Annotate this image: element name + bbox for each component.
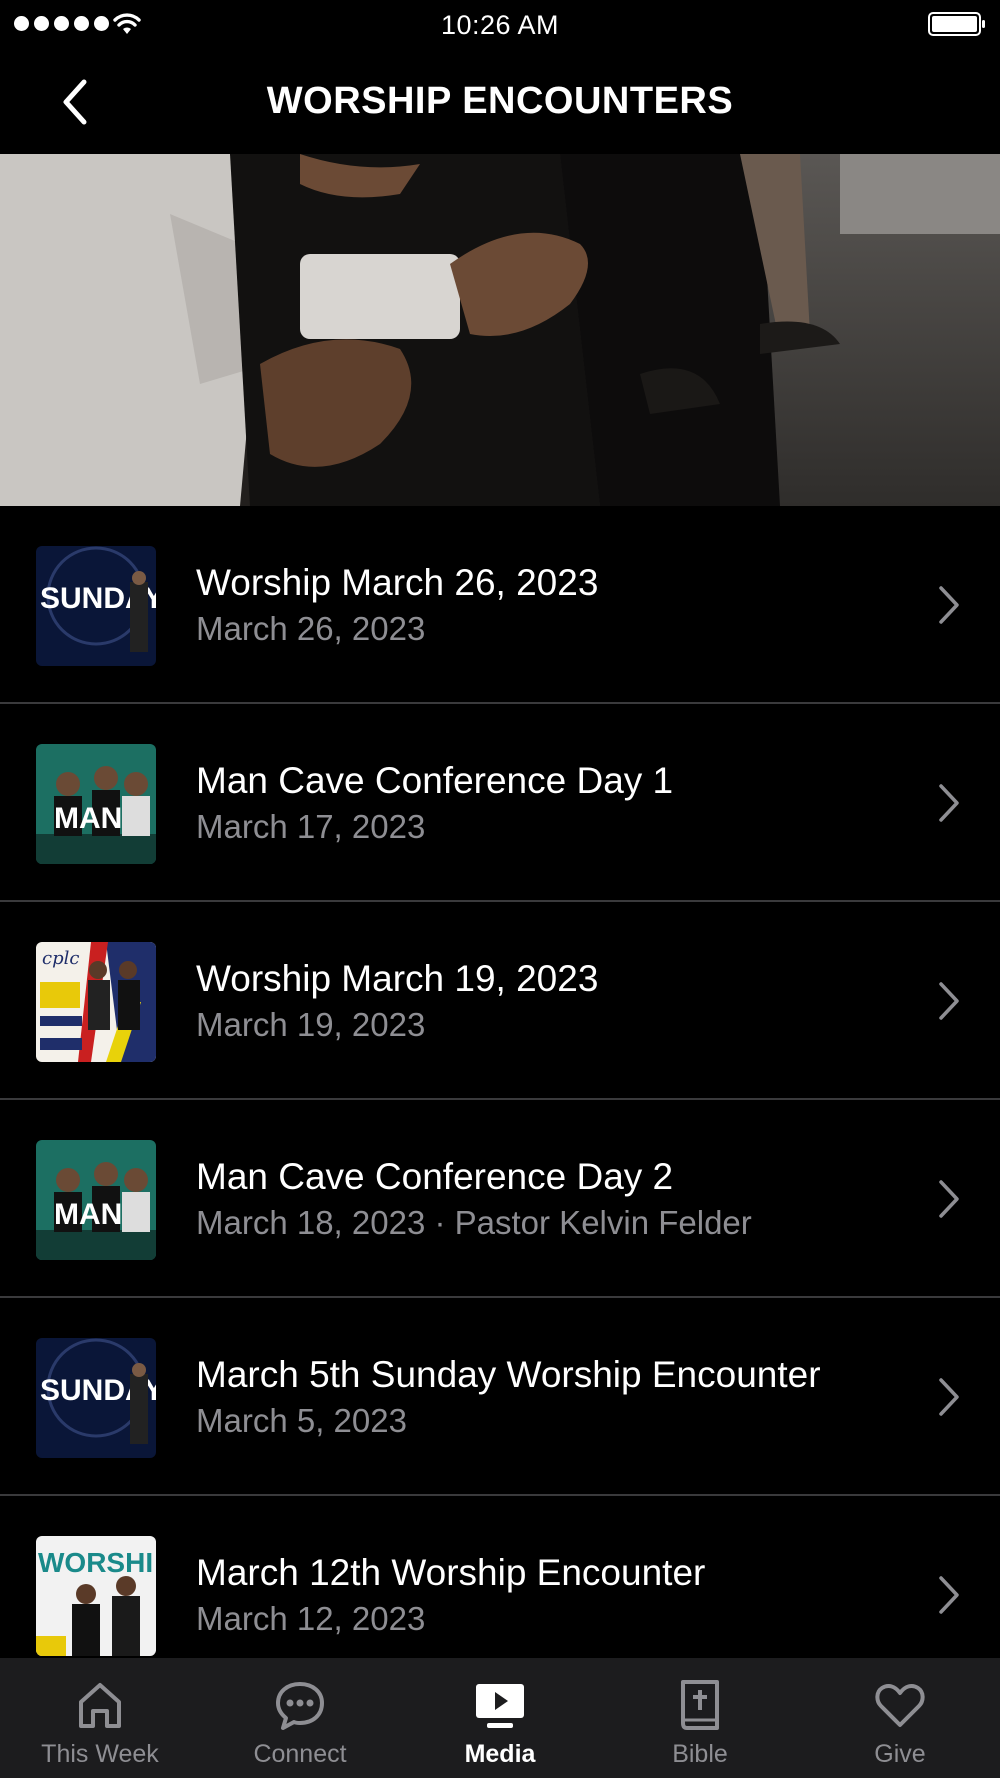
tab-give[interactable]: Give xyxy=(800,1658,1000,1778)
item-title: Worship March 19, 2023 xyxy=(196,958,599,999)
page-title: WORSHIP ENCOUNTERS xyxy=(266,80,734,122)
item-thumbnail: WORSHI xyxy=(36,1536,156,1656)
item-subtitle: March 17, 2023 xyxy=(196,808,426,845)
thumb-text: WORSHI xyxy=(38,1547,153,1578)
navigation-bar: WORSHIP ENCOUNTERS xyxy=(0,50,1000,154)
tab-bar: This Week Connect Media Bible Give xyxy=(0,1658,1000,1778)
tab-media[interactable]: Media xyxy=(400,1658,600,1778)
chevron-right-icon xyxy=(939,784,959,822)
thumb-text: MAN xyxy=(54,802,122,835)
chevron-right-icon xyxy=(939,586,959,624)
list-item[interactable]: cplc Worship March 19, 2023 March 19, 20… xyxy=(0,902,1000,1100)
tab-label: Give xyxy=(874,1740,926,1768)
item-title: March 12th Worship Encounter xyxy=(196,1552,706,1593)
item-thumbnail: cplc xyxy=(36,942,156,1062)
list-item[interactable]: SUNDAY March 5th Sunday Worship Encounte… xyxy=(0,1298,1000,1496)
item-title: March 5th Sunday Worship Encounter xyxy=(196,1354,821,1395)
item-thumbnail: MAN xyxy=(36,1140,156,1260)
heart-icon xyxy=(875,1683,925,1727)
item-title: Worship March 26, 2023 xyxy=(196,562,599,603)
list-item[interactable]: SUNDAY Worship March 26, 2023 March 26, … xyxy=(0,506,1000,704)
tv-play-icon xyxy=(476,1684,524,1728)
tab-label: Connect xyxy=(253,1740,347,1768)
chat-bubble-icon xyxy=(276,1682,324,1730)
home-icon xyxy=(79,1683,121,1728)
tab-bible[interactable]: Bible xyxy=(600,1658,800,1778)
item-subtitle: March 12, 2023 xyxy=(196,1600,426,1637)
item-thumbnail: SUNDAY xyxy=(36,1338,156,1458)
media-list: SUNDAY Worship March 26, 2023 March 26, … xyxy=(0,506,1000,1658)
tab-label: Media xyxy=(464,1740,536,1768)
status-bar: 10:26 AM xyxy=(0,0,1000,50)
thumb-text: cplc xyxy=(42,948,79,969)
item-subtitle: March 5, 2023 xyxy=(196,1402,407,1439)
item-title: Man Cave Conference Day 1 xyxy=(196,760,674,801)
app-screen: 10:26 AM WORSHIP ENCOUNTERS SUNDAY Worsh… xyxy=(0,0,1000,1778)
status-time: 10:26 AM xyxy=(440,10,560,40)
bible-icon xyxy=(681,1680,719,1730)
list-item[interactable]: MAN Man Cave Conference Day 2 March 18, … xyxy=(0,1100,1000,1298)
battery-icon xyxy=(928,12,985,36)
item-thumbnail: MAN xyxy=(36,744,156,864)
chevron-right-icon xyxy=(939,982,959,1020)
thumb-text: MAN xyxy=(54,1198,122,1231)
list-item[interactable]: MAN Man Cave Conference Day 1 March 17, … xyxy=(0,704,1000,902)
chevron-right-icon xyxy=(939,1180,959,1218)
item-subtitle: March 26, 2023 xyxy=(196,610,426,647)
chevron-right-icon xyxy=(939,1576,959,1614)
item-title: Man Cave Conference Day 2 xyxy=(196,1156,674,1197)
item-thumbnail: SUNDAY xyxy=(36,546,156,666)
list-item[interactable]: WORSHI March 12th Worship Encounter Marc… xyxy=(0,1496,1000,1658)
tab-label: This Week xyxy=(41,1740,159,1768)
chevron-right-icon xyxy=(939,1378,959,1416)
tab-connect[interactable]: Connect xyxy=(200,1658,400,1778)
tab-label: Bible xyxy=(672,1740,728,1768)
tab-this-week[interactable]: This Week xyxy=(0,1658,200,1778)
hero-image xyxy=(0,154,1000,506)
item-subtitle: March 18, 2023 · Pastor Kelvin Felder xyxy=(196,1204,752,1241)
item-subtitle: March 19, 2023 xyxy=(196,1006,426,1043)
